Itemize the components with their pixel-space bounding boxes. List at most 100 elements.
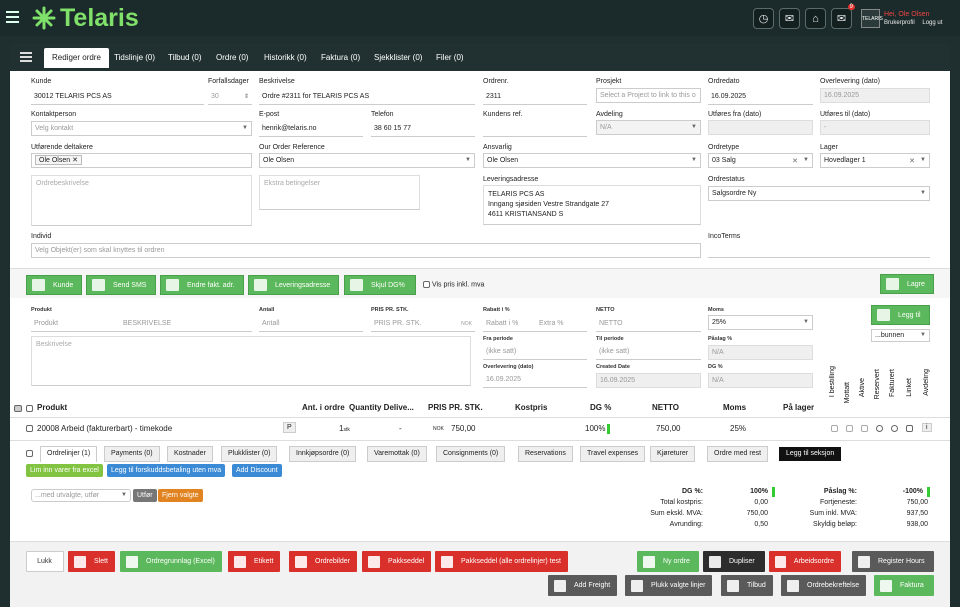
moms-select[interactable]: 25% ▼ bbox=[708, 315, 813, 330]
stepper-icon[interactable]: ⇕ bbox=[244, 93, 249, 100]
utfores-til-input[interactable]: - bbox=[820, 120, 930, 135]
kunde-input[interactable]: 30012 TELARIS PCS AS bbox=[31, 90, 204, 105]
faktura-button[interactable]: Faktura bbox=[874, 575, 934, 596]
tab-tilbud[interactable]: Tilbud (0) bbox=[160, 48, 210, 68]
ordrebeskrivelse-textarea[interactable]: Ordrebeskrivelse bbox=[31, 175, 252, 226]
etikett-button[interactable]: Etikett bbox=[228, 551, 281, 572]
tab-reservations[interactable]: Reservations bbox=[518, 446, 573, 462]
ordrestatus-select[interactable]: Salgsordre Ny ▼ bbox=[708, 186, 930, 201]
clear-icon[interactable]: ✕ bbox=[909, 157, 915, 165]
tab-filer[interactable]: Filer (0) bbox=[428, 48, 472, 68]
ekstra-betingelser-textarea[interactable]: Ekstra betingelser bbox=[259, 175, 420, 210]
beskrivelse-input[interactable]: Ordre #2311 for TELARIS PCS AS bbox=[259, 90, 475, 105]
antall-input[interactable]: Antall bbox=[259, 317, 363, 332]
avdeling-select[interactable]: N/A ▼ bbox=[596, 120, 701, 135]
ordretype-select[interactable]: 03 Salg ✕ ▼ bbox=[708, 153, 813, 168]
collapse-icon[interactable] bbox=[14, 405, 22, 412]
info-icon[interactable]: i bbox=[922, 423, 932, 432]
table-row[interactable]: 20008 Arbeid (fakturerbart) - timekode P… bbox=[10, 420, 950, 438]
leveringsadresse-textarea[interactable]: TELARIS PCS AS Inngang sjøsiden Vestre S… bbox=[483, 185, 701, 225]
dg-input[interactable]: N/A bbox=[708, 373, 813, 388]
menu-icon[interactable] bbox=[20, 52, 32, 64]
rabatt-input[interactable]: Rabatt i % Extra % bbox=[483, 317, 587, 332]
row-checkbox[interactable] bbox=[26, 425, 33, 432]
pakkseddel-test-button[interactable]: Pakkseddel (alle ordrelinjer) test bbox=[435, 551, 568, 572]
tab-innkjopsordre[interactable]: Innkjøpsordre (0) bbox=[289, 446, 357, 462]
fjern-valgte-button[interactable]: Fjern valgte bbox=[158, 489, 203, 502]
overlevering-input[interactable]: 16.09.2025 bbox=[820, 88, 930, 103]
tab-varemottak[interactable]: Varemottak (0) bbox=[367, 446, 427, 462]
ordrebekreftelse-button[interactable]: Ordrebekreftelse bbox=[781, 575, 867, 596]
tab-kostnader[interactable]: Kostnader bbox=[167, 446, 213, 462]
utforende-select[interactable]: Ole Olsen ✕ bbox=[31, 153, 252, 168]
tab-ordre[interactable]: Ordre (0) bbox=[208, 48, 256, 68]
utfores-fra-input[interactable] bbox=[708, 120, 813, 135]
pris-input[interactable]: PRIS PR. STK. NOK bbox=[371, 317, 475, 332]
checkbox[interactable] bbox=[423, 281, 430, 288]
lukk-button[interactable]: Lukk bbox=[26, 551, 64, 572]
select-all-checkbox[interactable] bbox=[26, 405, 33, 412]
row-fakturert-radio[interactable] bbox=[891, 425, 898, 432]
row-mottatt-checkbox[interactable] bbox=[846, 425, 853, 432]
forfallsdager-input[interactable]: 30 ⇕ bbox=[208, 90, 252, 105]
tab-payments[interactable]: Payments (0) bbox=[104, 446, 160, 462]
ordrenr-input[interactable]: 2311 bbox=[483, 90, 587, 105]
our-ref-select[interactable]: Ole Olsen ▼ bbox=[259, 153, 475, 168]
ordregrunnlag-button[interactable]: Ordregrunnlag (Excel) bbox=[120, 551, 222, 572]
profile-link[interactable]: Brukerprofil bbox=[884, 20, 915, 26]
tab-faktura[interactable]: Faktura (0) bbox=[313, 48, 368, 68]
netto-input[interactable]: NETTO bbox=[596, 317, 701, 332]
logo[interactable]: Telaris bbox=[32, 4, 139, 32]
hamburger-icon[interactable] bbox=[6, 11, 19, 26]
produkt-input[interactable]: Produkt BESKRIVELSE bbox=[31, 317, 252, 332]
arbeidsordre-button[interactable]: Arbeidsordre bbox=[769, 551, 841, 572]
tab-historikk[interactable]: Historikk (0) bbox=[256, 48, 315, 68]
add-freight-button[interactable]: Add Freight bbox=[548, 575, 618, 596]
skjul-dg-button[interactable]: Skjul DG% bbox=[344, 275, 416, 295]
dupliser-button[interactable]: Dupliser bbox=[703, 551, 765, 572]
clear-icon[interactable]: ✕ bbox=[792, 157, 798, 165]
tab-ordre-med-rest[interactable]: Ordre med rest bbox=[707, 446, 769, 462]
legg-til-button[interactable]: Legg til bbox=[871, 305, 930, 325]
overlevering-prod-input[interactable]: 16.09.2025 bbox=[483, 373, 587, 388]
tab-kjoreturer[interactable]: Kjøreturer bbox=[650, 446, 696, 462]
ordredato-input[interactable]: 16.09.2025 bbox=[708, 90, 813, 105]
individ-input[interactable]: Velg Objekt(er) som skal knyttes til ord… bbox=[31, 243, 701, 258]
kundens-ref-input[interactable] bbox=[483, 122, 587, 137]
logout-link[interactable]: Logg ut bbox=[922, 20, 942, 26]
endre-fakt-button[interactable]: Endre fakt. adr. bbox=[160, 275, 244, 295]
row-i-bestilling-checkbox[interactable] bbox=[831, 425, 838, 432]
tab-travel-expenses[interactable]: Travel expenses bbox=[580, 446, 646, 462]
tab-tidslinje[interactable]: Tidslinje (0) bbox=[106, 48, 163, 68]
lagre-button[interactable]: Lagre bbox=[880, 274, 934, 294]
epost-input[interactable]: henrik@telaris.no bbox=[259, 122, 363, 137]
sub-select-checkbox[interactable] bbox=[26, 450, 33, 457]
tab-ordrelinjer[interactable]: Ordrelinjer (1) bbox=[40, 446, 98, 462]
row-linket-checkbox[interactable] bbox=[906, 425, 913, 432]
row-produkt[interactable]: 20008 Arbeid (fakturerbart) - timekode bbox=[37, 424, 172, 433]
tab-sjekklister[interactable]: Sjekklister (0) bbox=[366, 48, 430, 68]
slett-button[interactable]: Slett bbox=[68, 551, 116, 572]
tab-consignments[interactable]: Consignments (0) bbox=[436, 446, 506, 462]
created-date-input[interactable]: 16.09.2025 bbox=[596, 373, 701, 388]
kontaktperson-select[interactable]: Velg kontakt ▼ bbox=[31, 121, 252, 136]
beskrivelse-textarea[interactable]: Beskrivelse bbox=[31, 336, 471, 386]
participant-chip[interactable]: Ole Olsen ✕ bbox=[35, 155, 82, 165]
mail-icon[interactable]: ✉ 9 bbox=[831, 4, 855, 29]
bulk-action-select[interactable]: ...med utvalgte, utfør ▼ bbox=[31, 489, 131, 502]
plukk-button[interactable]: Plukk valgte linjer bbox=[625, 575, 713, 596]
pakkseddel-button[interactable]: Pakkseddel bbox=[362, 551, 432, 572]
fra-periode-input[interactable]: (ikke satt) bbox=[483, 345, 587, 360]
lim-inn-button[interactable]: Lim inn varer fra excel bbox=[26, 464, 103, 477]
ansvarlig-select[interactable]: Ole Olsen ▼ bbox=[483, 153, 701, 168]
leveringsadresse-button[interactable]: Leveringsadresse bbox=[248, 275, 339, 295]
register-hours-button[interactable]: Register Hours bbox=[852, 551, 934, 572]
row-reservert-radio[interactable] bbox=[876, 425, 883, 432]
legg-til-seksjon-button[interactable]: Legg til seksjon bbox=[779, 447, 842, 461]
avatar[interactable]: TELARIS bbox=[861, 9, 883, 28]
forskudd-button[interactable]: Legg til forskuddsbetaling uten mva bbox=[107, 464, 226, 477]
telefon-input[interactable]: 38 60 15 77 bbox=[371, 122, 475, 137]
tab-rediger-ordre[interactable]: Rediger ordre bbox=[44, 48, 109, 68]
clock-icon[interactable]: ◷ bbox=[753, 8, 774, 29]
vis-pris-toggle[interactable]: Vis pris inkl. mva bbox=[423, 281, 484, 288]
